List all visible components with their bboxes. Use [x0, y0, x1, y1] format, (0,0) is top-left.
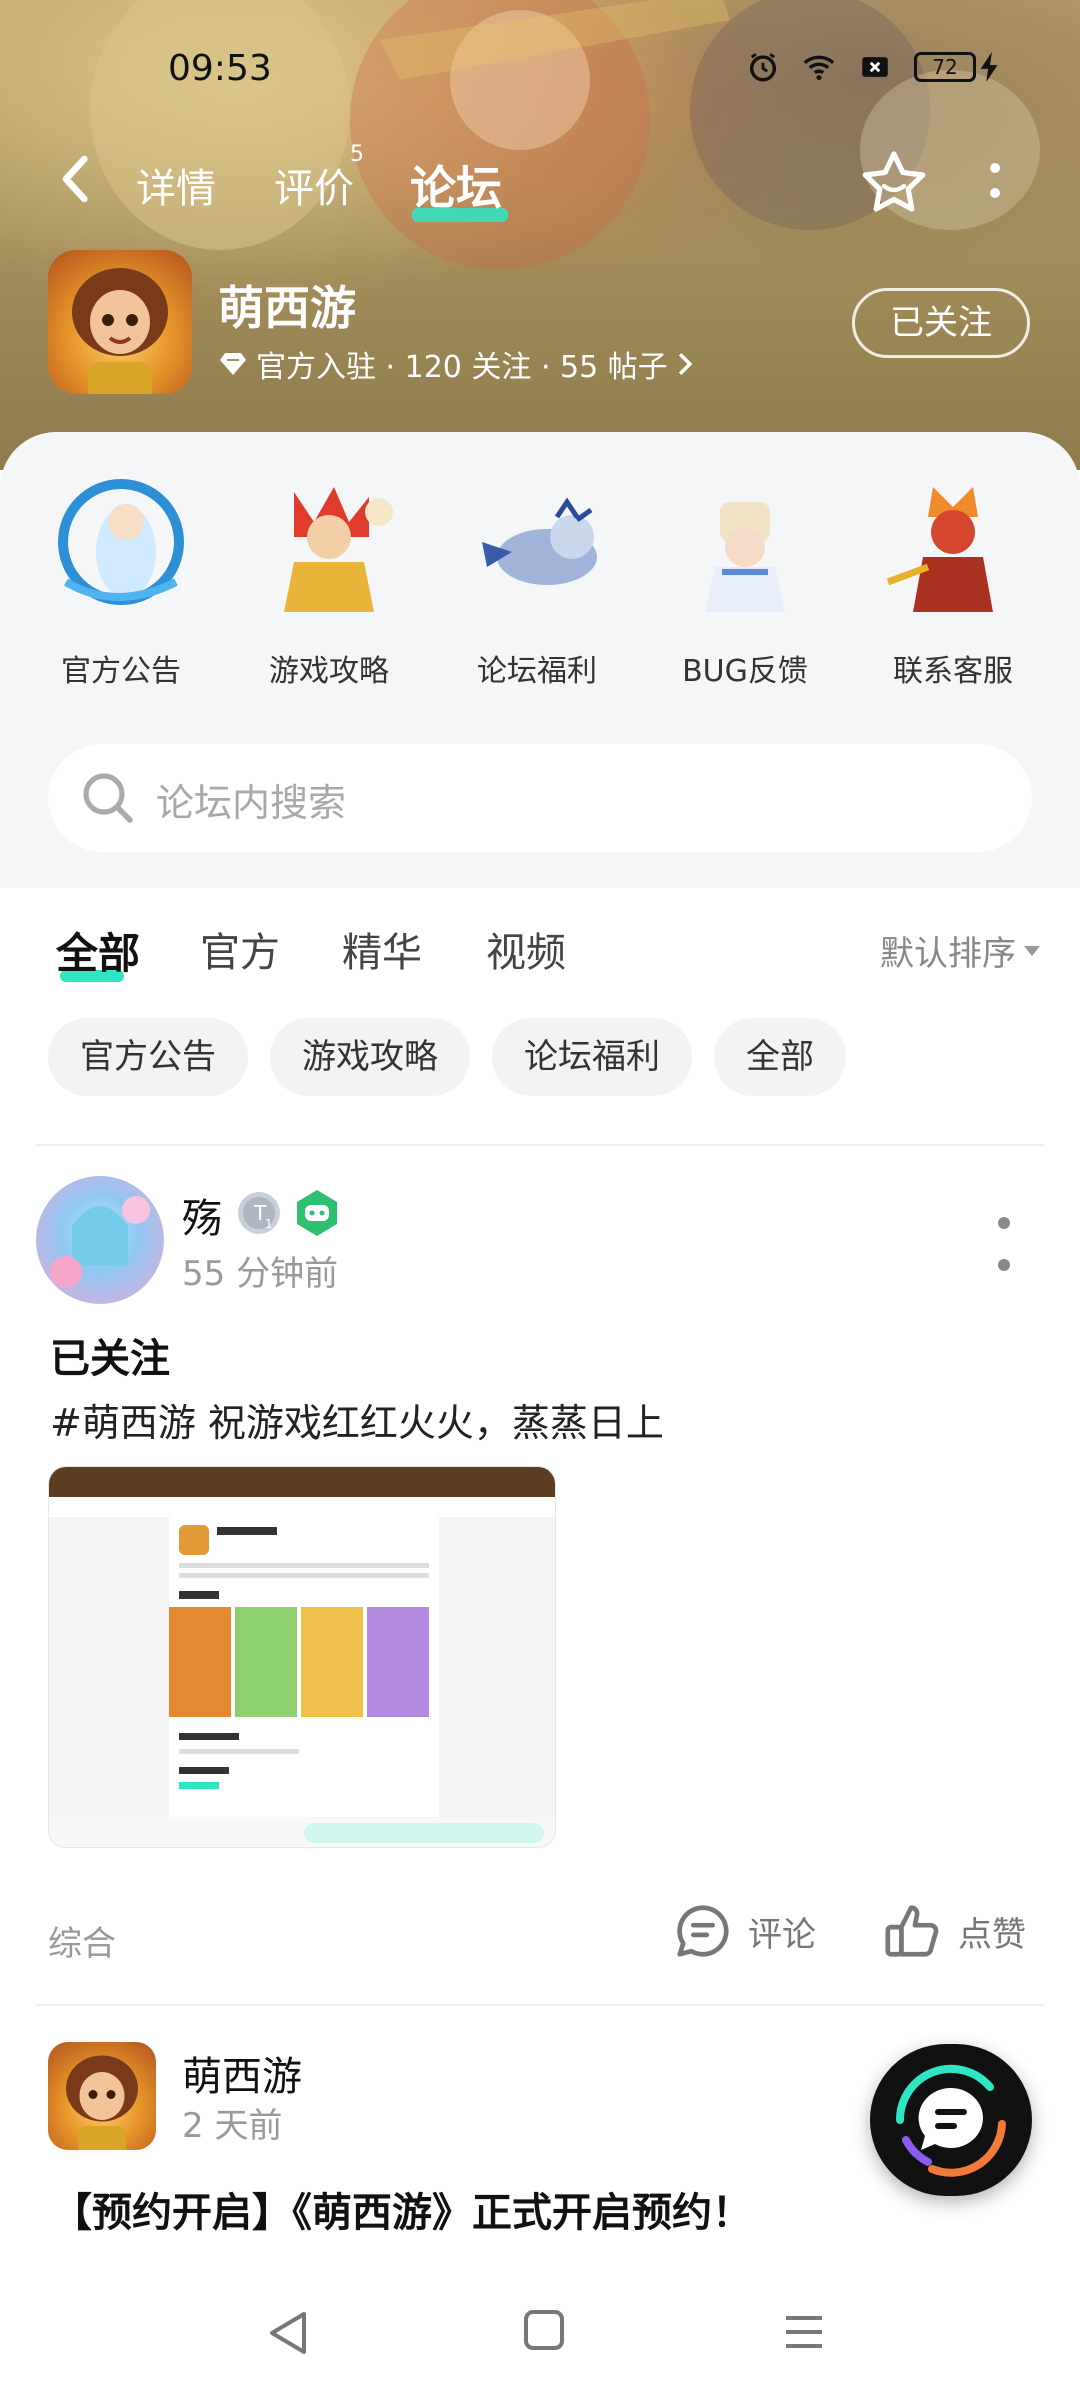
post-screenshot-image[interactable] [48, 1466, 556, 1848]
more-vertical-icon[interactable] [996, 1214, 1012, 1274]
post-card[interactable]: 殇 T 1 55 分钟前 已关注 #萌西游 祝游戏红红火火，蒸蒸日上 综合 评论… [0, 1176, 1080, 1976]
more-vertical-icon[interactable] [980, 158, 1010, 208]
comment-button[interactable]: 评论 [672, 1900, 816, 1962]
back-arrow-icon[interactable] [56, 154, 96, 204]
alarm-icon [749, 53, 777, 82]
svg-text:1: 1 [265, 1217, 273, 1231]
review-count: 5 [350, 142, 364, 167]
filter-tab-official[interactable]: 官方 [200, 920, 280, 978]
chevron-right-icon [678, 352, 693, 376]
nav-home-icon[interactable] [524, 2310, 564, 2350]
bug-feedback-character-icon [705, 502, 785, 612]
game-meta[interactable]: 官方入驻 · 120 关注 · 55 帖子 [218, 342, 694, 386]
filter-tab-all[interactable]: 全部 [56, 920, 140, 981]
charging-icon [980, 52, 998, 82]
support-character-icon [886, 487, 993, 612]
category-welfare[interactable]: 论坛福利 [452, 472, 622, 690]
category-guides[interactable]: 游戏攻略 [244, 472, 414, 690]
avatar[interactable] [36, 1176, 164, 1304]
forum-panel: 官方公告 游戏攻略 论坛福利 BUG反馈 联系客服 论坛内搜索 [0, 432, 1080, 888]
like-button[interactable]: 点赞 [882, 1900, 1026, 1962]
chat-icon [895, 2064, 1006, 2177]
guide-character-icon [284, 487, 393, 612]
chip-guides[interactable]: 游戏攻略 [270, 1018, 470, 1096]
game-banner: 09:53 72 详情 评价 5 论坛 萌西游 官方入驻 · 120 关注 · … [0, 0, 1080, 470]
status-bar: 09:53 72 [0, 40, 1080, 100]
no-sim-icon [862, 57, 888, 77]
filter-tab-featured[interactable]: 精华 [342, 920, 422, 978]
tab-forum[interactable]: 论坛 [410, 152, 502, 218]
caret-down-icon [1024, 945, 1040, 956]
avatar[interactable] [48, 2042, 156, 2150]
post-title: 已关注 [50, 1336, 170, 1382]
announcement-character-icon [58, 479, 184, 605]
battery-indicator: 72 [914, 52, 1000, 82]
search-icon [83, 773, 133, 823]
game-name: 萌西游 [218, 281, 356, 335]
game-icon [48, 250, 192, 394]
follow-button[interactable]: 已关注 [852, 288, 1030, 358]
chip-announcements[interactable]: 官方公告 [48, 1018, 248, 1096]
status-time: 09:53 [168, 48, 272, 89]
search-placeholder: 论坛内搜索 [156, 781, 347, 825]
category-bug-feedback[interactable]: BUG反馈 [660, 472, 830, 690]
tab-details[interactable]: 详情 [136, 156, 216, 214]
author-name[interactable]: 萌西游 [182, 2044, 302, 2102]
wifi-icon [803, 55, 835, 81]
post-body: #萌西游 祝游戏红红火火，蒸蒸日上 [50, 1401, 664, 1445]
post-category[interactable]: 综合 [48, 1916, 116, 1965]
category-contact-support[interactable]: 联系客服 [868, 472, 1038, 690]
divider [36, 2004, 1044, 2006]
comment-icon [677, 1905, 729, 1957]
post-time: 55 分钟前 [182, 1254, 339, 1294]
top-nav: 详情 评价 5 论坛 [0, 140, 1080, 222]
welfare-beast-icon [482, 497, 597, 585]
nav-back-icon[interactable] [266, 2310, 310, 2356]
divider [36, 1144, 1044, 1146]
like-icon [885, 1905, 939, 1957]
floating-chat-button[interactable] [870, 2044, 1032, 2196]
star-icon[interactable] [860, 150, 928, 214]
diamond-icon [220, 353, 246, 375]
chip-welfare[interactable]: 论坛福利 [492, 1018, 692, 1096]
category-row: 官方公告 游戏攻略 论坛福利 BUG反馈 联系客服 [0, 472, 1080, 692]
author-name[interactable]: 殇 [182, 1186, 222, 1244]
category-chips: 官方公告 游戏攻略 论坛福利 全部 [48, 1018, 846, 1098]
filter-tabs: 全部 官方 精华 视频 默认排序 [0, 910, 1080, 1000]
post-title: 【预约开启】《萌西游》正式开启预约！ [52, 2190, 752, 2236]
category-announcements[interactable]: 官方公告 [36, 472, 206, 690]
tab-reviews[interactable]: 评价 [274, 156, 354, 214]
level-badge-icon: T 1 [238, 1192, 280, 1234]
system-nav-bar [0, 2270, 1080, 2400]
post-time: 2 天前 [182, 2106, 283, 2146]
game-info: 萌西游 官方入驻 · 120 关注 · 55 帖子 已关注 [0, 250, 1080, 400]
sort-dropdown[interactable]: 默认排序 [880, 926, 1040, 975]
chip-all[interactable]: 全部 [714, 1018, 846, 1096]
forum-search-bar[interactable]: 论坛内搜索 [48, 744, 1032, 852]
filter-tab-video[interactable]: 视频 [486, 920, 566, 978]
player-badge-icon [297, 1190, 337, 1236]
nav-menu-icon[interactable] [784, 2312, 824, 2352]
